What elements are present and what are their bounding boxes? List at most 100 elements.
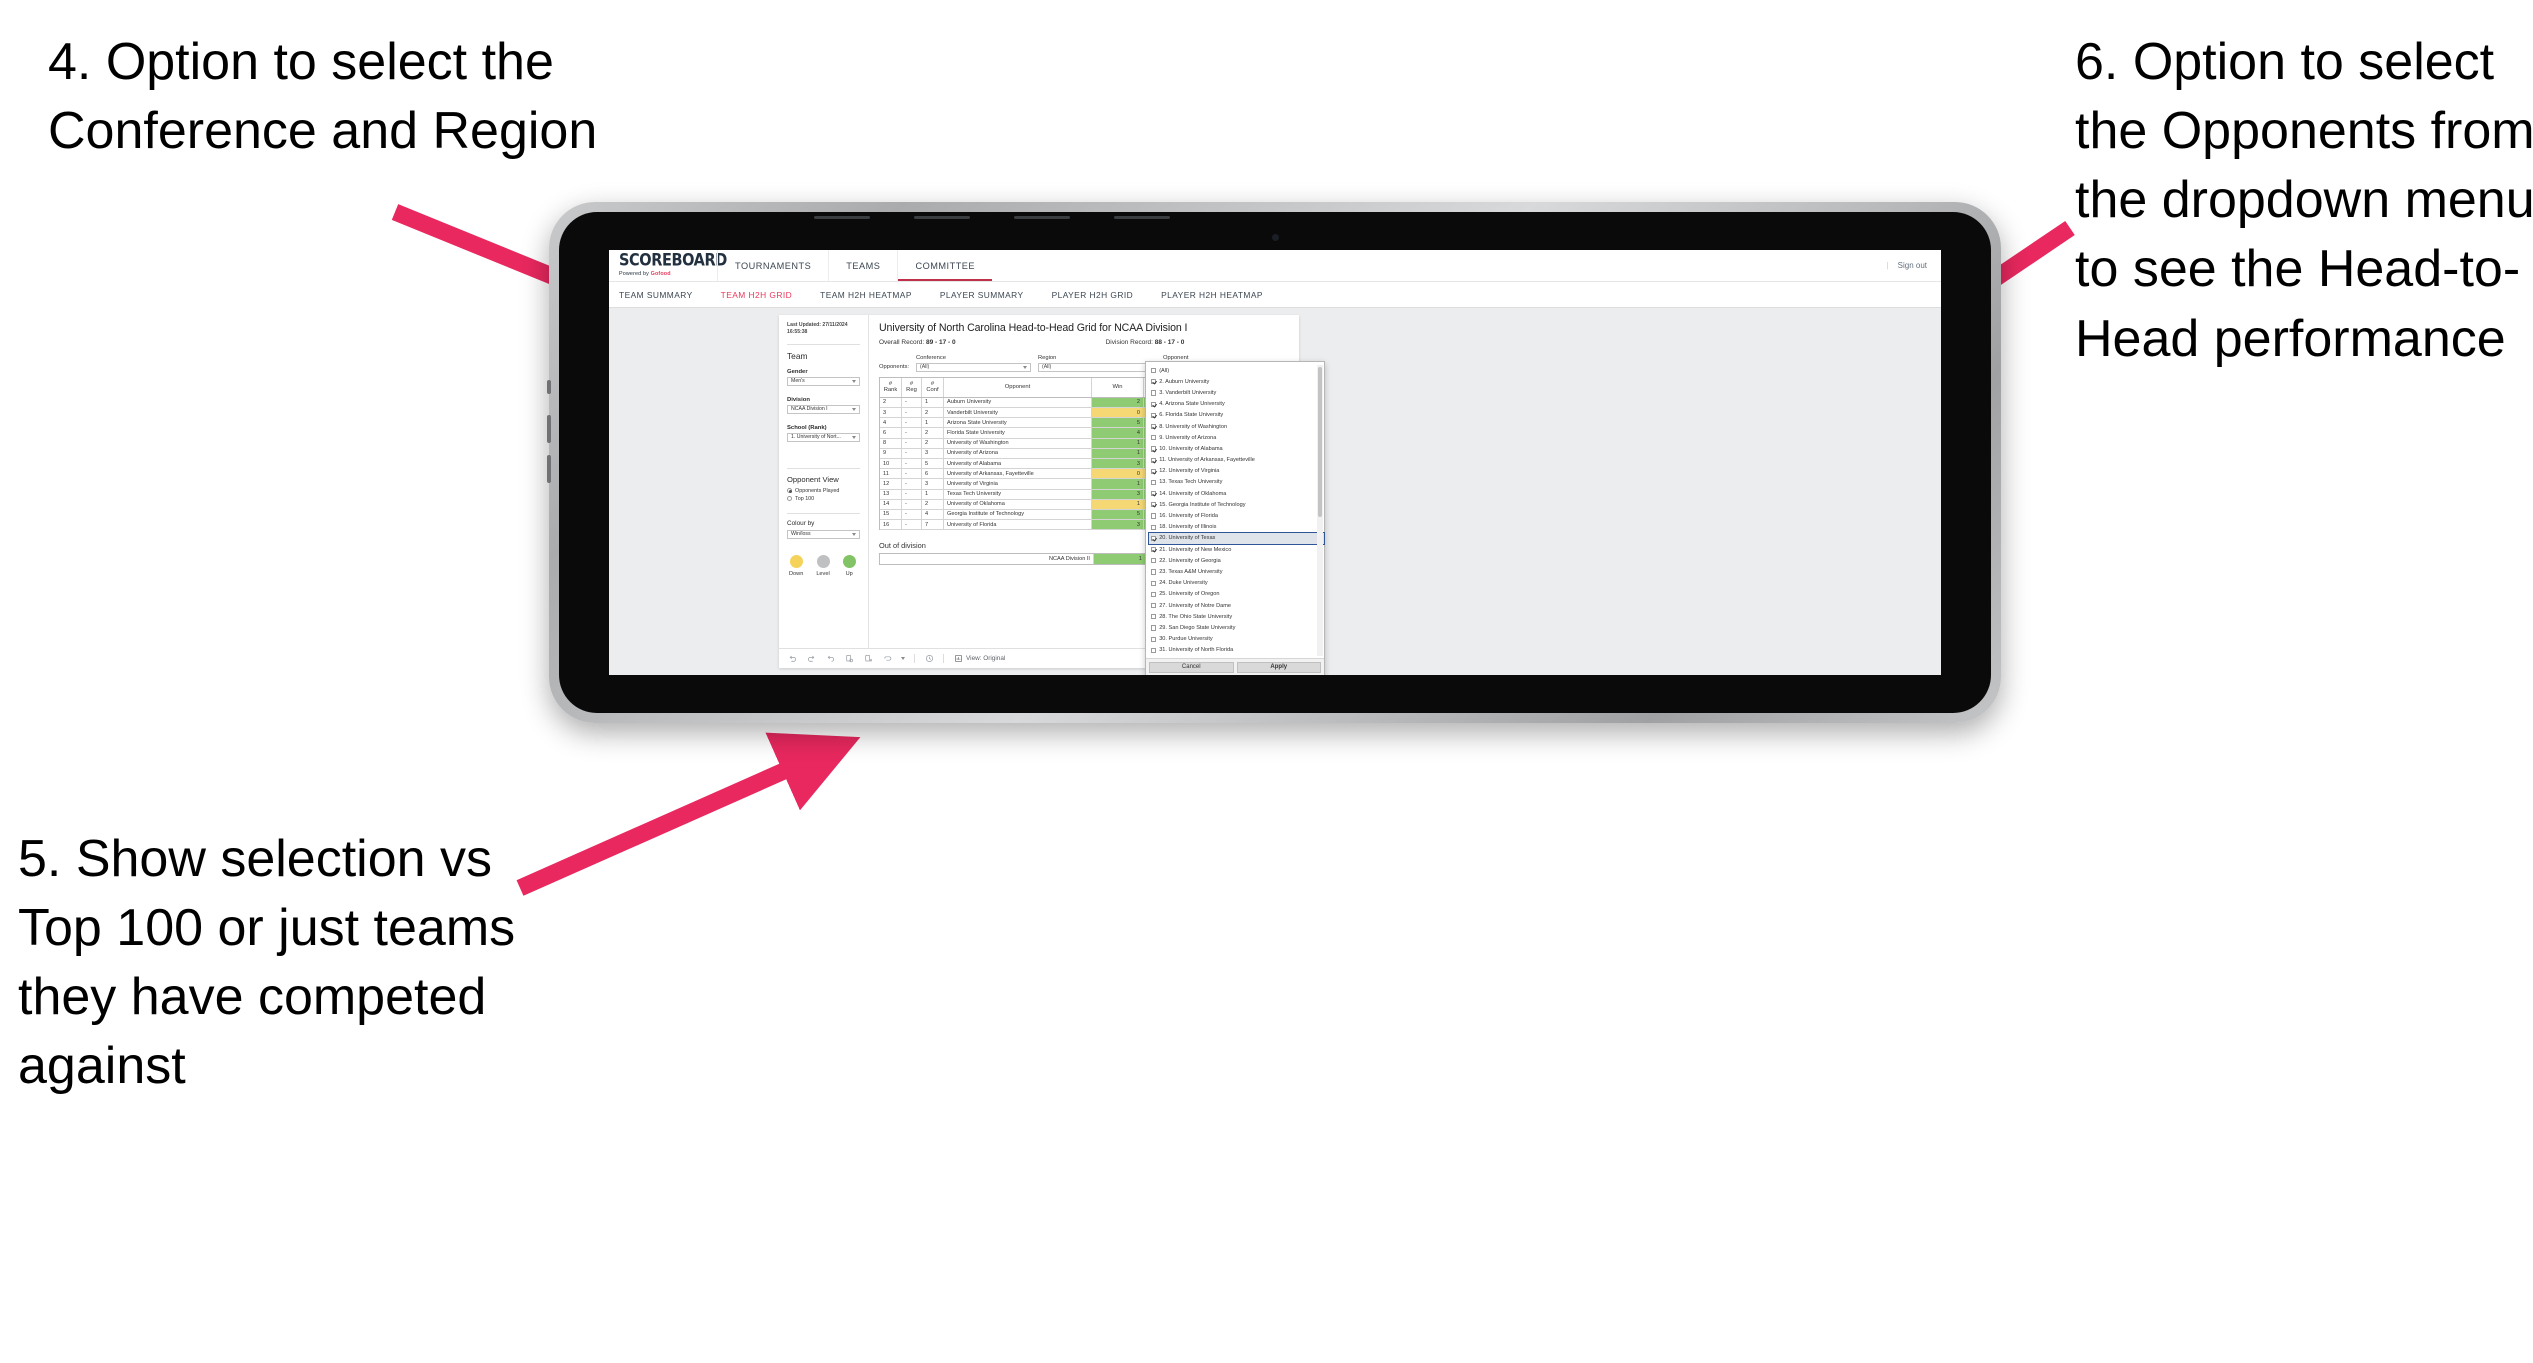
tab-player-summary[interactable]: PLAYER SUMMARY [940, 290, 1024, 300]
brand-logo[interactable]: SCOREBOARD Powered by Gofood [609, 250, 727, 281]
revert-icon[interactable] [825, 654, 835, 664]
gender-select[interactable]: Men's [787, 376, 860, 386]
dropdown-item-label: 8. University of Washington [1159, 423, 1228, 430]
checkbox-icon[interactable] [1151, 368, 1157, 374]
checkbox-icon[interactable] [1151, 636, 1157, 642]
chevron-down-icon[interactable] [901, 657, 905, 660]
dropdown-item[interactable]: 6. Florida State University [1149, 410, 1324, 421]
dropdown-item-label: 22. University of Georgia [1159, 557, 1221, 564]
tab-team-h2h-heatmap[interactable]: TEAM H2H HEATMAP [820, 290, 912, 300]
checkbox-checked-icon[interactable] [1151, 547, 1157, 553]
dropdown-item[interactable]: 12. University of Virginia [1149, 466, 1324, 477]
checkbox-icon[interactable] [1151, 524, 1157, 530]
dropdown-item[interactable]: 11. University of Arkansas, Fayetteville [1149, 455, 1324, 466]
view-original-button[interactable]: View: Original [953, 654, 1005, 664]
dropdown-scrollbar-thumb[interactable] [1318, 367, 1322, 517]
dropdown-item[interactable]: 28. The Ohio State University [1149, 611, 1324, 622]
tab-team-h2h-grid[interactable]: TEAM H2H GRID [721, 290, 792, 300]
refresh-icon[interactable] [844, 654, 854, 664]
cell-rank: 2 [880, 397, 902, 407]
dropdown-item[interactable]: 2. Auburn University [1149, 376, 1324, 387]
dropdown-item[interactable]: 29. San Diego State University [1149, 622, 1324, 633]
apply-button[interactable]: Apply [1236, 661, 1321, 673]
colour-by-select[interactable]: Win/loss [787, 529, 860, 539]
sign-out-link[interactable]: Sign out [1898, 261, 1927, 270]
checkbox-icon[interactable] [1151, 602, 1157, 609]
dropdown-item[interactable]: 14. University of Oklahoma [1149, 488, 1324, 499]
conference-value: (All) [919, 364, 930, 370]
dropdown-item[interactable]: (All) [1149, 365, 1324, 376]
dropdown-item[interactable]: 24. Duke University [1149, 578, 1324, 589]
checkbox-icon[interactable] [1151, 569, 1157, 575]
dropdown-item[interactable]: 10. University of Alabama [1149, 443, 1324, 454]
dropdown-item[interactable]: 31. University of North Florida [1149, 645, 1324, 656]
checkbox-checked-icon[interactable] [1151, 502, 1157, 508]
cell-conf: 1 [922, 489, 944, 499]
checkbox-icon[interactable] [1151, 625, 1157, 631]
radio-top-100[interactable]: Top 100 [787, 496, 860, 502]
checkbox-icon[interactable] [1151, 558, 1157, 564]
checkbox-checked-icon[interactable] [1151, 468, 1157, 474]
brand-name: SCOREBOARD [619, 251, 727, 271]
tab-player-h2h-grid[interactable]: PLAYER H2H GRID [1052, 290, 1134, 300]
dropdown-item[interactable]: 27. University of Notre Dame [1149, 600, 1324, 611]
school-rank-select[interactable]: 1. University of Nort... [787, 432, 860, 442]
undo-icon[interactable] [787, 654, 797, 664]
dropdown-item-label: (All) [1159, 367, 1170, 374]
dropdown-item[interactable]: 23. Texas A&M University [1149, 566, 1324, 577]
dropdown-item[interactable]: 30. Purdue University [1149, 634, 1324, 645]
tablet-volume-up-button[interactable] [547, 415, 551, 443]
checkbox-icon[interactable] [1151, 591, 1157, 597]
conference-select[interactable]: (All) [915, 362, 1031, 372]
redo-icon[interactable] [806, 654, 816, 664]
region-select[interactable]: (All) [1037, 362, 1156, 372]
tab-team-summary[interactable]: TEAM SUMMARY [619, 290, 693, 300]
clock-icon[interactable] [924, 654, 934, 664]
cell-rank: 8 [880, 438, 902, 448]
nav-item-committee[interactable]: COMMITTEE [897, 250, 992, 281]
cell-rank: 4 [880, 418, 902, 428]
dropdown-item-label: 30. Purdue University [1159, 636, 1213, 643]
checkbox-checked-icon[interactable] [1151, 535, 1157, 541]
checkbox-checked-icon[interactable] [1151, 457, 1157, 463]
dropdown-item[interactable]: 16. University of Florida [1149, 510, 1324, 521]
dropdown-item[interactable]: 3. Vanderbilt University [1149, 387, 1324, 398]
checkbox-icon[interactable] [1151, 580, 1157, 586]
division-select[interactable]: NCAA Division I [787, 404, 860, 414]
radio-opponents-played[interactable]: Opponents Played [787, 488, 860, 494]
checkbox-icon[interactable] [1151, 479, 1157, 486]
share-icon[interactable] [882, 654, 892, 664]
dropdown-item[interactable]: 20. University of Texas [1148, 531, 1325, 546]
dropdown-item-label: 6. Florida State University [1159, 412, 1224, 419]
checkbox-icon[interactable] [1151, 435, 1157, 441]
cancel-button[interactable]: Cancel [1149, 661, 1234, 673]
dropdown-item[interactable]: 9. University of Arizona [1149, 432, 1324, 443]
tablet-power-button[interactable] [547, 380, 551, 394]
checkbox-checked-icon[interactable] [1151, 446, 1157, 452]
checkbox-icon[interactable] [1151, 647, 1157, 653]
checkbox-checked-icon[interactable] [1151, 491, 1157, 497]
dropdown-item[interactable]: 21. University of New Mexico [1149, 544, 1324, 555]
dropdown-item[interactable]: 22. University of Georgia [1149, 555, 1324, 566]
checkbox-checked-icon[interactable] [1151, 412, 1157, 418]
dropdown-item[interactable]: 8. University of Washington [1149, 421, 1324, 432]
nav-item-teams[interactable]: TEAMS [828, 250, 897, 281]
tablet-volume-down-button[interactable] [547, 455, 551, 483]
pause-updates-icon[interactable] [863, 654, 873, 664]
dropdown-scrollbar[interactable] [1317, 365, 1323, 656]
dropdown-item[interactable]: 13. Texas Tech University [1149, 477, 1324, 488]
checkbox-checked-icon[interactable] [1151, 379, 1157, 385]
checkbox-icon[interactable] [1151, 390, 1157, 396]
dropdown-item[interactable]: 4. Arizona State University [1149, 399, 1324, 410]
dropdown-item[interactable]: 18. University of Illinois [1149, 522, 1324, 533]
opponent-dropdown-popup[interactable]: (All) 2. Auburn University 3. Vanderbilt U… [1145, 361, 1325, 675]
tab-player-h2h-heatmap[interactable]: PLAYER H2H HEATMAP [1161, 290, 1263, 300]
checkbox-checked-icon[interactable] [1151, 401, 1157, 407]
checkbox-checked-icon[interactable] [1151, 423, 1157, 430]
checkbox-icon[interactable] [1151, 513, 1157, 519]
dropdown-item[interactable]: 15. Georgia Institute of Technology [1149, 499, 1324, 510]
dropdown-item[interactable]: 25. University of Oregon [1149, 589, 1324, 600]
checkbox-icon[interactable] [1151, 614, 1157, 620]
nav-item-tournaments[interactable]: TOURNAMENTS [717, 250, 828, 281]
cell-conf: 4 [922, 509, 944, 520]
